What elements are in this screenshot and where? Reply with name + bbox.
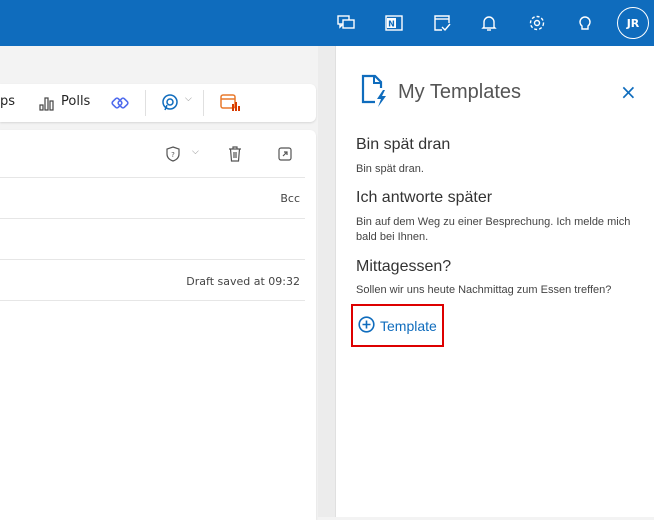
polls-button[interactable]: Polls xyxy=(61,94,90,109)
report-icon[interactable] xyxy=(220,94,240,116)
template-name[interactable]: Ich antworte später xyxy=(356,189,492,207)
top-bar: N JR xyxy=(0,0,654,46)
panel-title: My Templates xyxy=(398,81,522,103)
add-template-button[interactable]: Template xyxy=(351,304,444,347)
ribbon-toolbar: ps Polls ⌵ xyxy=(0,84,316,122)
gear-icon[interactable] xyxy=(524,10,550,36)
polls-icon xyxy=(39,95,55,115)
scrollbar[interactable] xyxy=(318,46,335,517)
cc-field[interactable] xyxy=(0,219,305,260)
avatar[interactable]: JR xyxy=(617,7,649,39)
chat-feedback-icon[interactable] xyxy=(333,10,359,36)
template-body[interactable]: Bin spät dran. xyxy=(356,162,641,177)
loop-icon[interactable] xyxy=(110,93,130,117)
svg-text:N: N xyxy=(388,20,395,29)
bell-icon[interactable] xyxy=(476,10,502,36)
bcc-button[interactable]: Bcc xyxy=(280,192,300,205)
calendar-check-icon[interactable] xyxy=(429,10,455,36)
onenote-icon[interactable]: N xyxy=(381,10,407,36)
templates-panel: My Templates × Bin spät dran Bin spät dr… xyxy=(335,46,654,517)
to-field[interactable]: Bcc xyxy=(0,178,305,219)
chevron-down-icon[interactable]: ⌵ xyxy=(185,94,192,104)
close-icon[interactable]: × xyxy=(620,80,637,104)
template-body[interactable]: Sollen wir uns heute Nachmittag zum Esse… xyxy=(356,283,641,298)
copilot-icon[interactable] xyxy=(160,93,180,117)
template-name[interactable]: Bin spät dran xyxy=(356,136,450,154)
draft-status: Draft saved at 09:32 xyxy=(186,275,300,288)
plus-circle-icon xyxy=(358,315,375,336)
apps-button[interactable]: ps xyxy=(0,94,15,109)
template-name[interactable]: Mittagessen? xyxy=(356,258,451,276)
add-template-label: Template xyxy=(380,317,437,334)
compose-pane: ? ⌵ Bcc Draft saved at 09:32 xyxy=(0,130,316,520)
subject-field[interactable]: Draft saved at 09:32 xyxy=(0,260,305,301)
template-body[interactable]: Bin auf dem Weg zu einer Besprechung. Ic… xyxy=(356,215,631,245)
lightbulb-icon[interactable] xyxy=(572,10,598,36)
templates-logo-icon xyxy=(361,74,389,112)
